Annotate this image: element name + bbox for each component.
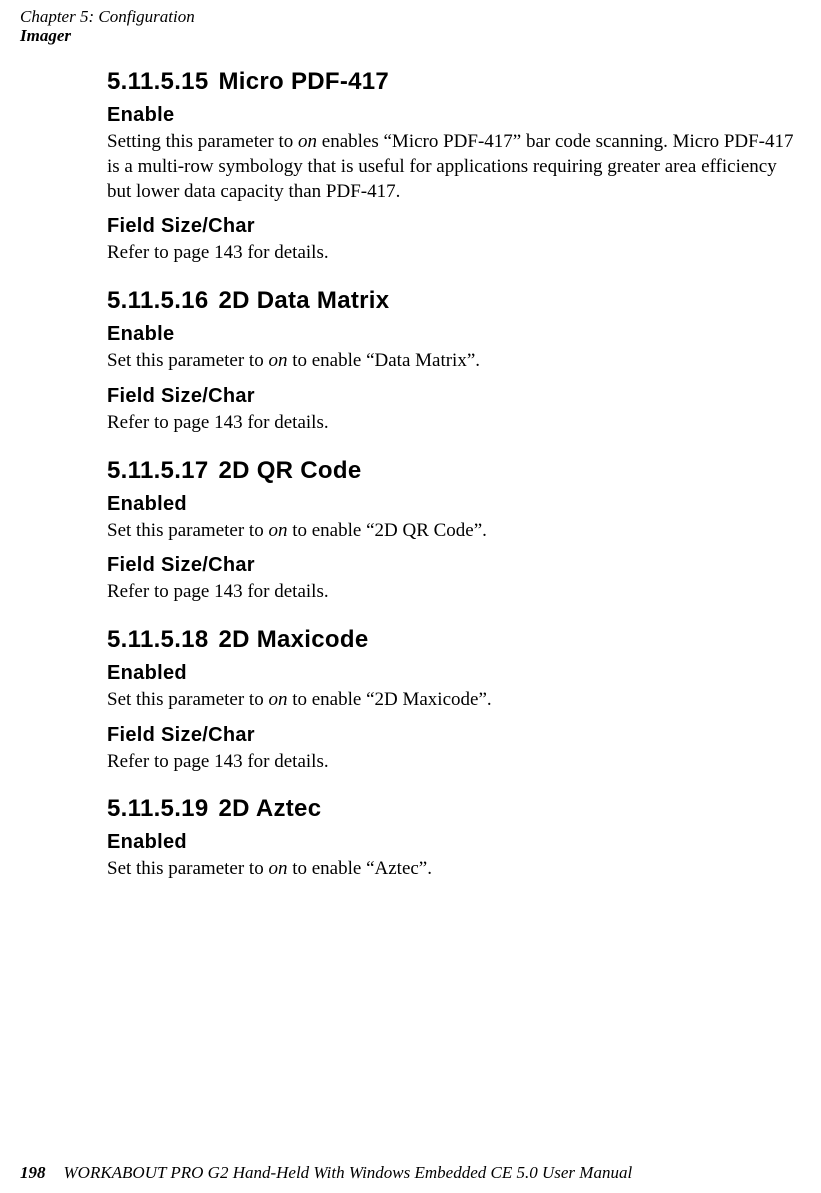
subheading-enabled: Enabled — [107, 661, 797, 686]
section-label: Imager — [20, 27, 801, 46]
body-text: Set this parameter to on to enable “2D Q… — [107, 519, 797, 544]
section-number: 5.11.5.18 — [107, 626, 208, 653]
subheading-fieldsize: Field Size/Char — [107, 723, 797, 748]
body-text: Setting this parameter to on enables “Mi… — [107, 130, 797, 204]
subheading-enabled: Enabled — [107, 492, 797, 517]
body-em: on — [268, 689, 287, 710]
body-text: Refer to page 143 for details. — [107, 411, 797, 436]
body-text: Refer to page 143 for details. — [107, 580, 797, 605]
page-number: 198 — [20, 1163, 46, 1182]
body-pre: Set this parameter to — [107, 689, 268, 710]
body-pre: Setting this parameter to — [107, 131, 298, 152]
section-title: 2D Data Matrix — [218, 287, 389, 314]
body-em: on — [268, 350, 287, 371]
section-title: 2D Aztec — [218, 795, 321, 822]
section-number: 5.11.5.15 — [107, 68, 208, 95]
body-pre: Set this parameter to — [107, 858, 268, 879]
subheading-fieldsize: Field Size/Char — [107, 384, 797, 409]
content-block: 5.11.5.15 Micro PDF-417 Enable Setting th… — [107, 67, 797, 882]
heading-2d-maxicode: 5.11.5.18 2D Maxicode — [107, 625, 797, 655]
subheading-enabled: Enabled — [107, 830, 797, 855]
heading-2d-data-matrix: 5.11.5.16 2D Data Matrix — [107, 286, 797, 316]
subheading-enable: Enable — [107, 103, 797, 128]
footer: 198 WORKABOUT PRO G2 Hand-Held With Windo… — [20, 1163, 632, 1183]
section-number: 5.11.5.19 — [107, 795, 208, 822]
body-text: Refer to page 143 for details. — [107, 241, 797, 266]
body-post: to enable “2D QR Code”. — [287, 520, 486, 541]
body-text: Set this parameter to on to enable “Azte… — [107, 857, 797, 882]
body-text: Refer to page 143 for details. — [107, 750, 797, 775]
subheading-fieldsize: Field Size/Char — [107, 214, 797, 239]
page: Chapter 5: Configuration Imager 5.11.5.1… — [0, 0, 821, 1193]
body-post: to enable “Data Matrix”. — [287, 350, 480, 371]
body-em: on — [268, 858, 287, 879]
section-title: 2D Maxicode — [218, 626, 368, 653]
body-post: to enable “2D Maxicode”. — [287, 689, 491, 710]
body-em: on — [298, 131, 317, 152]
body-post: to enable “Aztec”. — [287, 858, 432, 879]
subheading-fieldsize: Field Size/Char — [107, 553, 797, 578]
subheading-enable: Enable — [107, 322, 797, 347]
section-title: Micro PDF-417 — [218, 68, 389, 95]
body-text: Set this parameter to on to enable “2D M… — [107, 688, 797, 713]
running-header: Chapter 5: Configuration Imager — [20, 8, 801, 45]
chapter-label: Chapter 5: Configuration — [20, 8, 801, 27]
body-pre: Set this parameter to — [107, 350, 268, 371]
section-title: 2D QR Code — [218, 457, 361, 484]
body-text: Set this parameter to on to enable “Data… — [107, 349, 797, 374]
heading-2d-aztec: 5.11.5.19 2D Aztec — [107, 794, 797, 824]
section-number: 5.11.5.17 — [107, 457, 208, 484]
manual-title: WORKABOUT PRO G2 Hand-Held With Windows … — [64, 1163, 633, 1182]
section-number: 5.11.5.16 — [107, 287, 208, 314]
body-em: on — [268, 520, 287, 541]
heading-micro-pdf417: 5.11.5.15 Micro PDF-417 — [107, 67, 797, 97]
body-pre: Set this parameter to — [107, 520, 268, 541]
heading-2d-qr-code: 5.11.5.17 2D QR Code — [107, 456, 797, 486]
